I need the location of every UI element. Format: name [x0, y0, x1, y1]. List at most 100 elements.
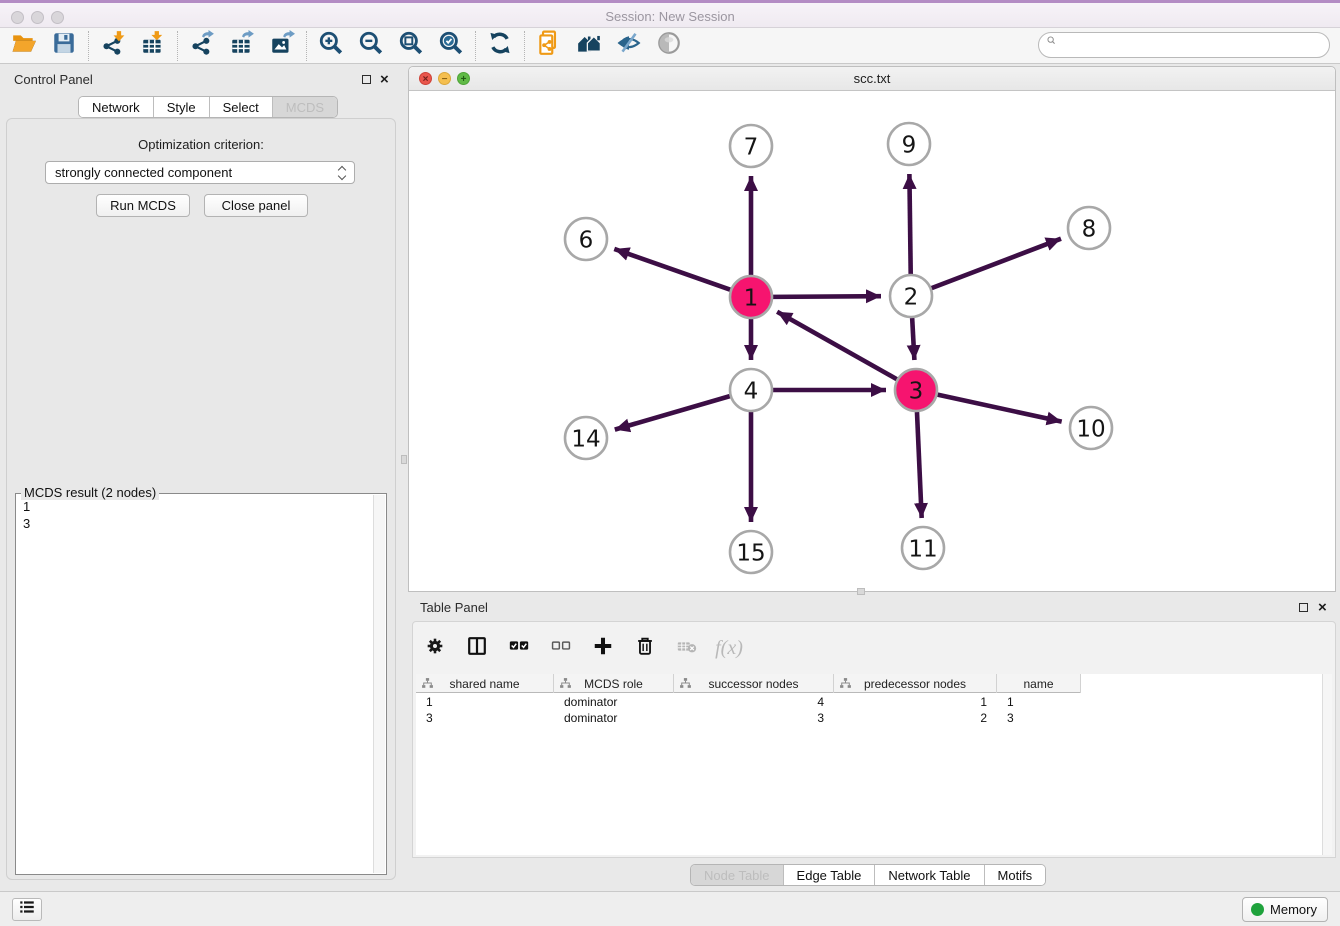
vertical-splitter-handle[interactable] — [401, 455, 407, 464]
graph-node-11[interactable]: 11 — [902, 527, 944, 569]
table-panel-close-button[interactable]: × — [1318, 603, 1327, 612]
node-table-scrollbar[interactable] — [1322, 674, 1332, 855]
delete-table-button[interactable] — [673, 632, 701, 664]
delete-row-button[interactable] — [631, 632, 659, 664]
refresh-layout-button[interactable] — [480, 30, 520, 62]
hide-selected-button[interactable] — [609, 30, 649, 62]
control-panel-float-button[interactable] — [362, 75, 371, 84]
table-panel-float-button[interactable] — [1299, 603, 1308, 612]
edge-3-10[interactable] — [937, 395, 1061, 422]
column-header-name[interactable]: name — [997, 674, 1081, 693]
close-panel-button[interactable]: Close panel — [204, 194, 308, 217]
deselect-all-checkbox-button[interactable] — [547, 632, 575, 664]
export-network-button[interactable] — [182, 30, 222, 62]
column-header-label: predecessor nodes — [864, 677, 966, 691]
column-header-predecessor-nodes[interactable]: predecessor nodes — [834, 674, 997, 693]
tab-select[interactable]: Select — [209, 97, 272, 117]
edge-2-8[interactable] — [932, 239, 1061, 288]
search-input[interactable] — [1061, 35, 1329, 55]
table-cell[interactable]: 4 — [674, 694, 834, 710]
show-all-icon — [656, 30, 682, 61]
add-row-button[interactable] — [589, 632, 617, 664]
horizontal-splitter-handle[interactable] — [857, 588, 865, 595]
table-row[interactable]: 1dominator411 — [416, 694, 1081, 710]
edge-1-6[interactable] — [614, 249, 730, 290]
graph-node-4[interactable]: 4 — [730, 369, 772, 411]
column-header-shared-name[interactable]: shared name — [416, 674, 554, 693]
table-cell[interactable]: dominator — [554, 694, 674, 710]
graph-node-8[interactable]: 8 — [1068, 207, 1110, 249]
table-cell[interactable]: 1 — [834, 694, 997, 710]
zoom-out-button[interactable] — [351, 30, 391, 62]
graph-node-6[interactable]: 6 — [565, 218, 607, 260]
table-cell[interactable]: dominator — [554, 710, 674, 726]
optimization-criterion-dropdown[interactable]: strongly connected component — [45, 161, 355, 184]
import-table-button[interactable] — [133, 30, 173, 62]
run-mcds-button[interactable]: Run MCDS — [96, 194, 190, 217]
graph-node-9[interactable]: 9 — [888, 123, 930, 165]
column-header-MCDS-role[interactable]: MCDS role — [554, 674, 674, 693]
tab-network[interactable]: Network — [79, 97, 153, 117]
settings-gear-icon — [424, 635, 446, 662]
graph-node-2[interactable]: 2 — [890, 275, 932, 317]
tab-motifs[interactable]: Motifs — [984, 865, 1046, 885]
split-columns-button[interactable] — [463, 632, 491, 664]
table-cell[interactable]: 1 — [997, 694, 1081, 710]
table-cell[interactable]: 1 — [416, 694, 554, 710]
select-all-checkbox-button[interactable] — [505, 632, 533, 664]
edge-3-1[interactable] — [777, 312, 897, 379]
edge-2-9[interactable] — [909, 174, 910, 274]
import-network-button[interactable] — [93, 30, 133, 62]
graph-node-label: 2 — [904, 284, 919, 310]
column-header-label: shared name — [449, 677, 519, 691]
tab-edge-table[interactable]: Edge Table — [783, 865, 875, 885]
save-session-button[interactable] — [44, 30, 84, 62]
network-canvas[interactable]: 7 9 6 8 1 2 4 3 14 10 15 11 — [410, 91, 1334, 589]
task-history-button[interactable] — [12, 898, 42, 921]
graph-node-3[interactable]: 3 — [895, 369, 937, 411]
network-view-window: × − + scc.txt 7968124314101511 — [408, 66, 1336, 592]
graph-node-14[interactable]: 14 — [565, 417, 607, 459]
table-cell[interactable]: 3 — [997, 710, 1081, 726]
toolbar-separator — [524, 31, 525, 61]
graph-node-label: 4 — [744, 378, 759, 404]
graph-node-label: 11 — [908, 536, 937, 562]
select-all-checkbox-icon — [508, 635, 530, 662]
graph-node-15[interactable]: 15 — [730, 531, 772, 573]
new-network-from-selection-button[interactable] — [529, 30, 569, 62]
table-cell[interactable]: 3 — [674, 710, 834, 726]
tab-style[interactable]: Style — [153, 97, 209, 117]
memory-status-icon — [1251, 903, 1264, 916]
graph-node-label: 6 — [579, 227, 594, 253]
zoom-in-button[interactable] — [311, 30, 351, 62]
edge-4-14[interactable] — [615, 396, 730, 429]
graph-node-label: 7 — [744, 134, 759, 160]
graph-node-7[interactable]: 7 — [730, 125, 772, 167]
edge-1-2[interactable] — [773, 296, 881, 297]
export-table-button[interactable] — [222, 30, 262, 62]
tab-mcds[interactable]: MCDS — [272, 97, 337, 117]
table-cell[interactable]: 2 — [834, 710, 997, 726]
graph-node-10[interactable]: 10 — [1070, 407, 1112, 449]
edge-2-3[interactable] — [912, 318, 914, 360]
table-cell[interactable]: 3 — [416, 710, 554, 726]
open-session-button[interactable] — [4, 30, 44, 62]
zoom-fit-button[interactable] — [391, 30, 431, 62]
zoom-selected-button[interactable] — [431, 30, 471, 62]
edge-3-11[interactable] — [917, 412, 922, 518]
first-neighbors-button[interactable] — [569, 30, 609, 62]
column-header-successor-nodes[interactable]: successor nodes — [674, 674, 834, 693]
control-panel-close-button[interactable]: × — [380, 75, 389, 84]
mcds-result-textarea[interactable]: 1 3 — [18, 498, 372, 872]
memory-button[interactable]: Memory — [1242, 897, 1328, 922]
mcds-result-groupbox: MCDS result (2 nodes) 1 3 — [15, 493, 387, 875]
tab-network-table[interactable]: Network Table — [874, 865, 983, 885]
function-builder-button[interactable]: f(x) — [715, 632, 743, 664]
table-row[interactable]: 3dominator323 — [416, 710, 1081, 726]
settings-gear-button[interactable] — [421, 632, 449, 664]
export-image-button[interactable] — [262, 30, 302, 62]
show-all-button[interactable] — [649, 30, 689, 62]
mcds-result-scrollbar[interactable] — [373, 495, 385, 873]
tab-node-table[interactable]: Node Table — [691, 865, 783, 885]
graph-node-1[interactable]: 1 — [730, 276, 772, 318]
